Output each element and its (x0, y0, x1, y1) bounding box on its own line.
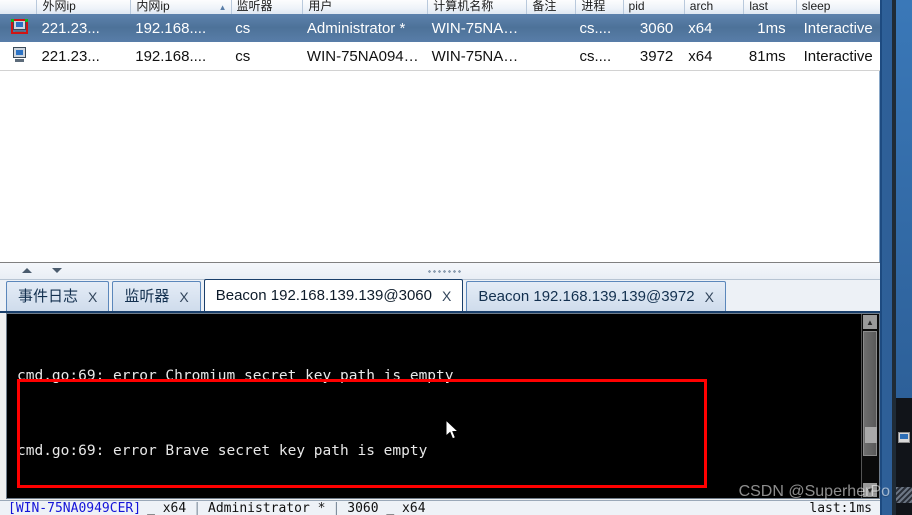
monitor-elevated-icon (11, 18, 28, 34)
cell-pid: 3972 (639, 47, 674, 65)
scroll-up-icon[interactable]: ▲ (863, 315, 877, 329)
cell-arch: x64 (688, 19, 713, 37)
console-line: cmd.go:69: error Brave secret key path i… (17, 443, 428, 459)
column-header-arch[interactable]: arch (683, 0, 744, 14)
beacon-status-icon-cell (0, 18, 36, 38)
tab-event-log[interactable]: 事件日志 X (6, 281, 110, 311)
splitter-grip-icon[interactable] (427, 269, 461, 275)
cell-internal-ip: 192.168.... (135, 47, 207, 65)
monitor-icon (11, 46, 28, 62)
column-header-last-label: last (749, 0, 768, 13)
cell-user: WIN-75NA0949... (306, 47, 425, 65)
beacon-table-header: 外网ip 内网ip ▲ 监听器 用户 计算机名称 备注 进程 pid arch … (0, 0, 880, 15)
panel-splitter[interactable] (0, 262, 880, 280)
table-row[interactable]: 221.23... 192.168.... cs Administrator *… (0, 14, 880, 42)
collapse-down-icon[interactable] (52, 268, 62, 273)
scroll-down-icon[interactable]: ▼ (863, 483, 877, 497)
status-separator: | (332, 500, 341, 515)
cell-process: cs.... (579, 19, 612, 37)
column-header-listener[interactable]: 监听器 (230, 0, 303, 14)
tab-label: Beacon 192.168.139.139@3972 (478, 288, 695, 305)
column-header-computer-label: 计算机名称 (433, 0, 494, 13)
status-separator: | (193, 500, 202, 515)
highlight-annotation-box (17, 379, 707, 488)
cell-process: cs.... (579, 47, 612, 65)
cell-computer: WIN-75NA0... (431, 47, 525, 65)
column-header-process-label: 进程 (581, 0, 606, 13)
column-header-blank[interactable] (0, 0, 36, 14)
window-client-area: 外网ip 内网ip ▲ 监听器 用户 计算机名称 备注 进程 pid arch … (0, 0, 882, 515)
status-last: last:1ms (809, 500, 872, 515)
cell-computer: WIN-75NA0... (431, 19, 525, 37)
status-bar-left: [WIN-75NA0949CER] _ x64 | Administrator … (8, 501, 426, 515)
scrollbar-thumb[interactable] (863, 331, 877, 456)
sort-ascending-icon: ▲ (218, 3, 227, 12)
status-user: Administrator * (208, 500, 326, 515)
status-host: [WIN-75NA0949CER] (8, 500, 142, 515)
cell-last: 81ms (748, 47, 786, 65)
cell-external-ip: 221.23... (41, 19, 100, 37)
column-header-note-label: 备注 (532, 0, 557, 13)
tab-close-icon[interactable]: X (179, 290, 188, 304)
desktop-right-strip (896, 0, 912, 398)
column-header-pid[interactable]: pid (622, 0, 684, 14)
column-header-external-ip[interactable]: 外网ip (36, 0, 130, 14)
table-row[interactable]: 221.23... 192.168.... cs WIN-75NA0949...… (0, 42, 880, 71)
cell-sleep: Interactive (803, 47, 873, 65)
column-header-sleep[interactable]: sleep (795, 0, 880, 14)
column-header-sleep-label: sleep (801, 0, 831, 13)
column-header-last[interactable]: last (743, 0, 795, 14)
console-line: cmd.go:69: error Chromium secret key pat… (17, 368, 454, 384)
cell-last: 1ms (757, 19, 786, 37)
column-header-pid-label: pid (628, 0, 645, 13)
tab-beacon-3060[interactable]: Beacon 192.168.139.139@3060 X (203, 279, 464, 311)
column-header-arch-label: arch (689, 0, 714, 13)
tab-label: 事件日志 (18, 288, 79, 305)
beacon-table: 外网ip 内网ip ▲ 监听器 用户 计算机名称 备注 进程 pid arch … (0, 0, 880, 262)
tab-close-icon[interactable]: X (442, 289, 451, 303)
column-header-internal-ip-label: 内网ip (136, 0, 170, 13)
cell-sleep: Interactive (803, 19, 873, 37)
cell-arch: x64 (688, 47, 713, 65)
desktop-monitor-icon[interactable] (898, 432, 910, 443)
cell-pid: 3060 (639, 19, 674, 37)
column-header-process[interactable]: 进程 (575, 0, 622, 14)
status-bar: [WIN-75NA0949CER] _ x64 | Administrator … (0, 500, 880, 515)
cell-internal-ip: 192.168.... (135, 19, 207, 37)
collapse-up-icon[interactable] (22, 268, 32, 273)
column-header-computer[interactable]: 计算机名称 (427, 0, 526, 14)
tab-bar: 事件日志 X 监听器 X Beacon 192.168.139.139@3060… (0, 279, 880, 313)
beacon-console[interactable]: cmd.go:69: error Chromium secret key pat… (6, 313, 880, 499)
column-header-user-label: 用户 (308, 0, 333, 13)
column-header-external-ip-label: 外网ip (42, 0, 76, 13)
cell-external-ip: 221.23... (41, 47, 100, 65)
tab-beacon-3972[interactable]: Beacon 192.168.139.139@3972 X (466, 281, 726, 311)
cell-listener: cs (235, 47, 251, 65)
cell-listener: cs (235, 19, 251, 37)
column-header-internal-ip[interactable]: 内网ip ▲ (130, 0, 230, 14)
cell-user: Administrator * (306, 19, 406, 37)
window-resize-grip[interactable] (896, 487, 912, 503)
tab-listeners[interactable]: 监听器 X (112, 281, 201, 311)
console-output: cmd.go:69: error Chromium secret key pat… (7, 314, 862, 498)
beacon-status-icon-cell (0, 46, 36, 66)
tab-label: Beacon 192.168.139.139@3060 (215, 287, 432, 304)
status-host-arch: _ x64 (147, 500, 187, 515)
console-scrollbar[interactable]: ▲ ▼ (861, 314, 879, 498)
tab-close-icon[interactable]: X (88, 290, 97, 304)
status-pid-arch: 3060 _ x64 (347, 500, 426, 515)
desktop-background: 外网ip 内网ip ▲ 监听器 用户 计算机名称 备注 进程 pid arch … (0, 0, 912, 515)
tab-label: 监听器 (124, 288, 170, 305)
application-window: 外网ip 内网ip ▲ 监听器 用户 计算机名称 备注 进程 pid arch … (0, 0, 892, 515)
column-header-note[interactable]: 备注 (526, 0, 575, 14)
tab-close-icon[interactable]: X (705, 290, 714, 304)
column-header-user[interactable]: 用户 (302, 0, 427, 14)
column-header-listener-label: 监听器 (236, 0, 273, 13)
scrollbar-thumb-grip (865, 427, 877, 443)
